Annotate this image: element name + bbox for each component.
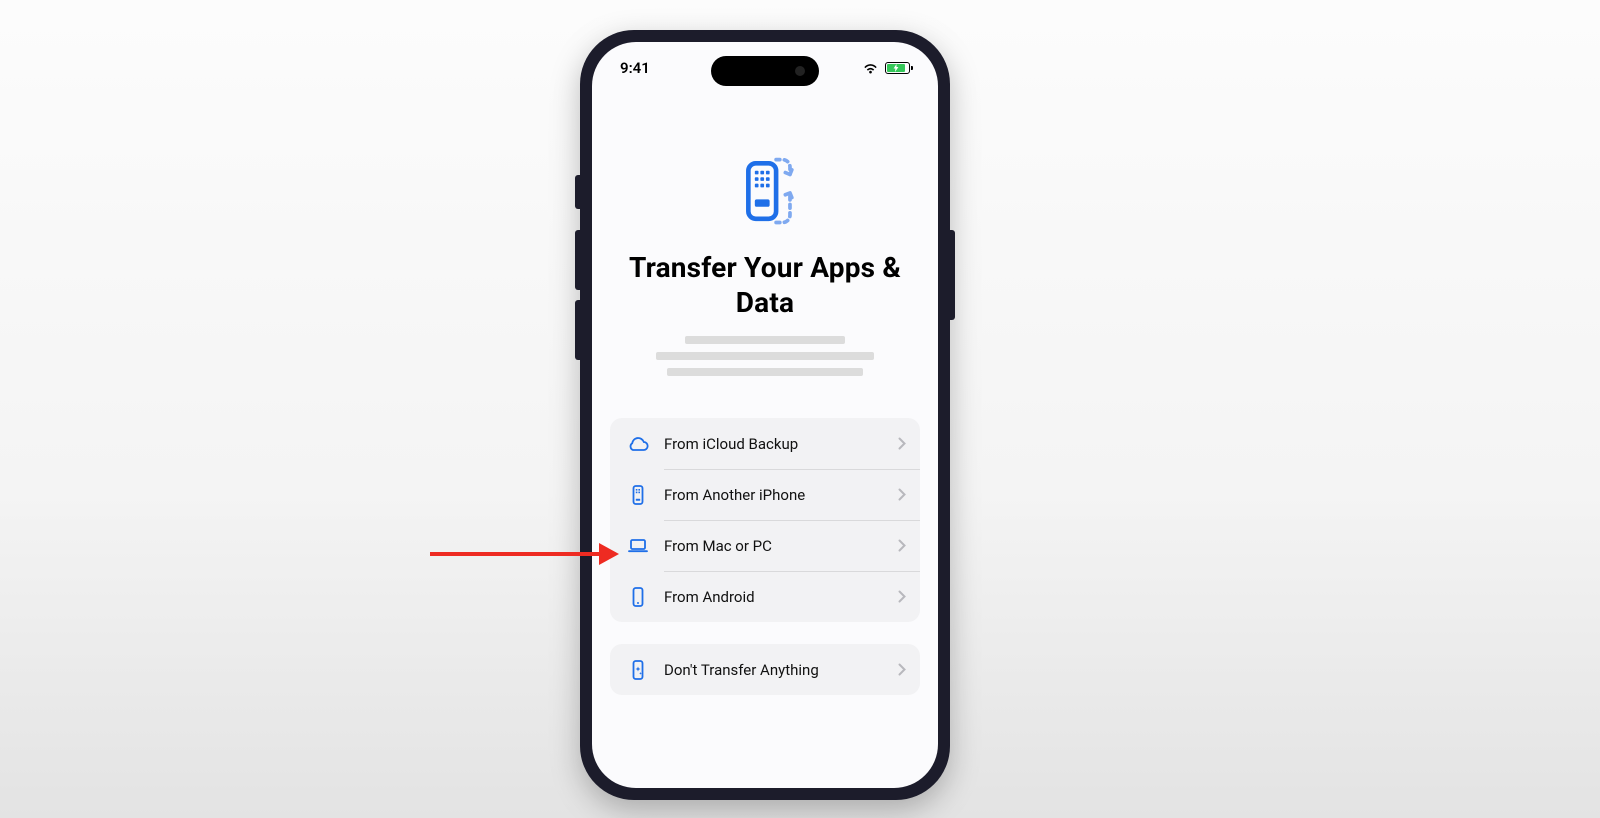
laptop-icon	[624, 532, 652, 560]
charging-icon	[893, 64, 899, 72]
transfer-options-list: From iCloud Backup	[610, 418, 920, 622]
iphone-icon	[624, 481, 652, 509]
option-label: From Another iPhone	[664, 486, 898, 504]
status-time: 9:41	[620, 59, 650, 77]
option-from-android[interactable]: From Android	[610, 571, 920, 622]
cloud-icon	[624, 430, 652, 458]
battery-icon	[885, 62, 910, 74]
wifi-icon	[862, 62, 879, 74]
iphone-device-frame: 9:41	[580, 30, 950, 800]
option-label: From Android	[664, 588, 898, 606]
status-bar: 9:41	[592, 42, 938, 94]
subtitle-placeholder	[610, 336, 920, 376]
smartphone-icon	[624, 583, 652, 611]
option-from-icloud-backup[interactable]: From iCloud Backup	[610, 418, 920, 469]
transfer-hero-icon	[610, 152, 920, 232]
chevron-right-icon	[898, 663, 906, 676]
option-from-mac-or-pc[interactable]: From Mac or PC	[610, 520, 920, 571]
phone-screen: 9:41	[592, 42, 938, 788]
chevron-right-icon	[898, 539, 906, 552]
annotation-arrow	[430, 543, 619, 565]
option-label: Don't Transfer Anything	[664, 661, 898, 679]
chevron-right-icon	[898, 488, 906, 501]
option-from-another-iphone[interactable]: From Another iPhone	[610, 469, 920, 520]
option-label: From Mac or PC	[664, 537, 898, 555]
skip-option-list: Don't Transfer Anything	[610, 644, 920, 695]
option-label: From iCloud Backup	[664, 435, 898, 453]
chevron-right-icon	[898, 590, 906, 603]
option-dont-transfer-anything[interactable]: Don't Transfer Anything	[610, 644, 920, 695]
phone-sparkle-icon	[624, 656, 652, 684]
chevron-right-icon	[898, 437, 906, 450]
page-title: Transfer Your Apps & Data	[610, 250, 920, 320]
